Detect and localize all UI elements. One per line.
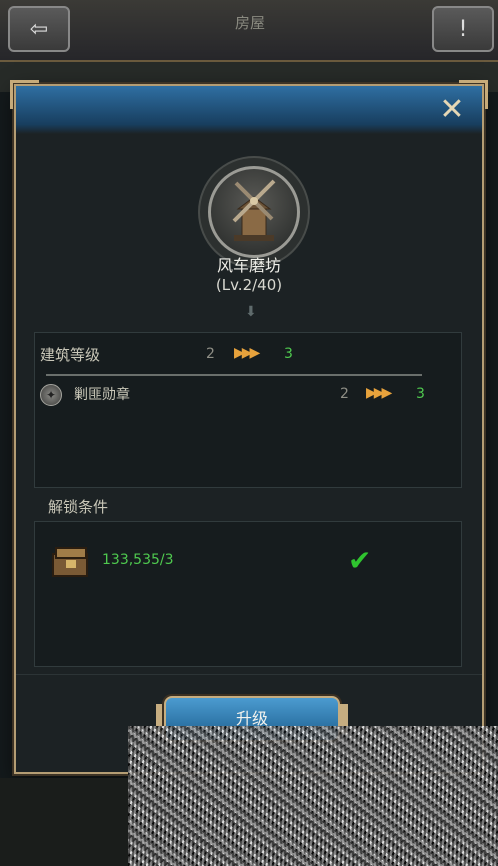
building-level: (Lv.2/40)	[215, 276, 283, 294]
level-to: 3	[284, 346, 293, 362]
close-x-icon[interactable]: ✕	[436, 94, 468, 126]
frame-corner	[10, 80, 39, 109]
top-bar: ⇦ 房屋 !	[0, 0, 498, 62]
windmill-icon	[232, 179, 276, 241]
obscured-region	[128, 726, 498, 866]
dialog-header	[16, 86, 482, 134]
resource-requirement: 133,535/3	[102, 552, 174, 568]
check-icon: ✔	[348, 544, 372, 577]
divider	[16, 674, 482, 675]
unlock-conditions-panel	[34, 521, 462, 667]
pin-icon: ⬇	[245, 304, 257, 320]
divider	[46, 374, 422, 376]
back-arrow-icon[interactable]: ⇦	[8, 6, 70, 52]
building-level-label: 建筑等级	[40, 346, 101, 364]
building-upgrade-dialog: ✕ 风车磨坊 (Lv.2/40) ⬇ 建筑等级 2 ▶▶▶ 3 ✦ 剿匪勋章 2…	[10, 80, 488, 774]
reward-to: 3	[416, 386, 425, 402]
triple-arrow-icon: ▶▶▶	[366, 385, 392, 401]
reward-from: 2	[340, 386, 349, 402]
resource-chest-icon	[52, 547, 88, 577]
screen-title: 房屋	[234, 14, 265, 32]
building-portrait	[208, 166, 300, 258]
exclamation-icon[interactable]: !	[432, 6, 494, 52]
unlock-conditions-title: 解锁条件	[48, 498, 109, 516]
triple-arrow-icon: ▶▶▶	[234, 345, 260, 361]
medal-icon: ✦	[40, 384, 62, 406]
building-name: 风车磨坊	[216, 256, 281, 275]
level-from: 2	[206, 346, 215, 362]
reward-label: 剿匪勋章	[74, 387, 130, 403]
